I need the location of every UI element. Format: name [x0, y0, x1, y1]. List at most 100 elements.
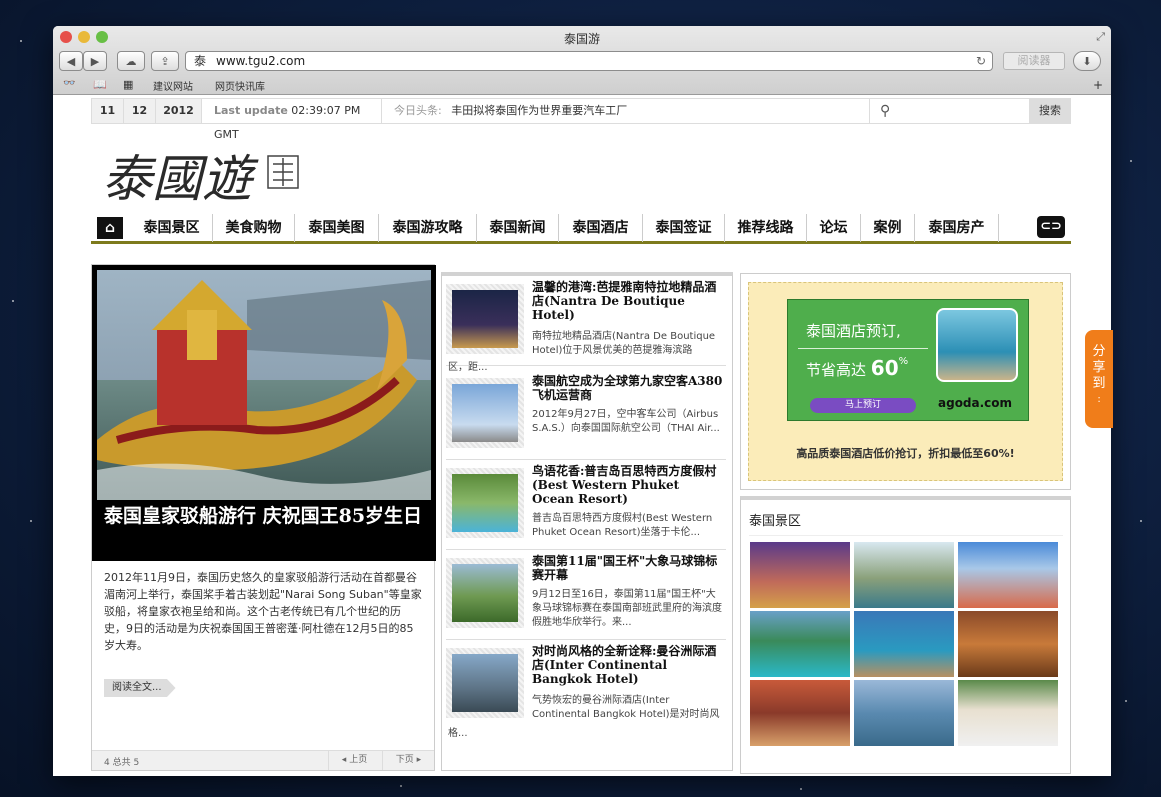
bookmarks-bar: 👓 📖 ▦ 建议网站 网页快讯库 + — [53, 76, 1111, 94]
add-tab-icon[interactable]: + — [1093, 78, 1103, 92]
news-desc: 2012年9月27日，空中客车公司（Airbus S.A.S.）向泰国国际航空公… — [532, 409, 720, 434]
bookmark-web-slice-gallery[interactable]: 网页快讯库 — [215, 78, 265, 93]
back-arrow-icon: ◀ — [66, 54, 76, 68]
nav-item[interactable]: 泰国签证 — [643, 214, 725, 242]
featured-summary: 2012年11月9日，泰国历史悠久的皇家驳船游行活动在首都曼谷湄南河上举行，泰国… — [104, 571, 422, 652]
nav-item[interactable]: 泰国景区 — [131, 214, 213, 242]
nav-item[interactable]: 泰国美图 — [295, 214, 379, 242]
list-item[interactable]: 对时尚风格的全新诠释:曼谷洲际酒店(Inter Continental Bang… — [446, 642, 726, 739]
list-item[interactable]: 温馨的港湾:芭提雅南特拉地精品酒店(Nantra De Boutique Hot… — [446, 278, 726, 373]
pager-info: 4 总共 5 — [104, 758, 140, 768]
nav-item[interactable]: 泰国房产 — [915, 214, 999, 242]
nav-item[interactable]: 论坛 — [807, 214, 861, 242]
forward-arrow-icon: ▶ — [90, 54, 100, 68]
list-item[interactable]: 鸟语花香:普吉岛百思特西方度假村(Best Western Phuket Oce… — [446, 462, 726, 550]
scenic-photo[interactable] — [750, 680, 850, 746]
share-icon: ⇪ — [160, 54, 170, 68]
search-button[interactable]: 搜索 — [1030, 99, 1070, 123]
scenic-photo[interactable] — [854, 611, 954, 677]
list-item[interactable]: 泰国航空成为全球第九家空客A380飞机运营商 2012年9月27日，空中客车公司… — [446, 372, 726, 460]
address-bar[interactable]: 泰 www.tgu2.com ↻ — [185, 51, 993, 71]
download-icon: ⬇ — [1082, 54, 1092, 68]
share-widget[interactable]: 分享到 : — [1085, 330, 1113, 428]
reload-icon[interactable]: ↻ — [976, 52, 986, 70]
scenic-photo[interactable] — [750, 542, 850, 608]
date-month: 11 — [92, 99, 124, 123]
nav-item[interactable]: 美食购物 — [213, 214, 295, 242]
scenic-photo[interactable] — [958, 542, 1058, 608]
headline-link[interactable]: 丰田拟将泰国作为世界重要汽车工厂 — [451, 104, 627, 117]
list-item[interactable]: 泰国第11届"国王杯"大象马球锦标赛开幕 9月12日至16日，泰国第11届"国王… — [446, 552, 726, 640]
book-now-button[interactable]: 马上预订 — [810, 398, 916, 413]
back-button[interactable]: ◀ — [59, 51, 83, 71]
boat-photo — [936, 308, 1018, 382]
scenic-photo[interactable] — [854, 680, 954, 746]
downloads-button[interactable]: ⬇ — [1073, 51, 1101, 71]
news-desc-more: 格... — [448, 728, 468, 739]
featured-photo[interactable]: 泰国皇家驳船游行 庆祝国王85岁生日 — [92, 265, 436, 561]
news-thumbnail — [446, 648, 524, 718]
browser-toolbar: 泰国游 ⤢ ◀ ▶ ☁ ⇪ 泰 www.tgu2.com ↻ 阅读器 ⬇ 👓 📖… — [53, 26, 1111, 95]
nav-item[interactable]: 泰国游攻略 — [379, 214, 477, 242]
top-sites-icon[interactable]: ▦ — [123, 78, 133, 91]
news-desc: 南特拉地精品酒店(Nantra De Boutique Hotel)位于风景优美… — [532, 331, 716, 356]
scenic-photo[interactable] — [958, 611, 1058, 677]
news-thumbnail — [446, 284, 524, 354]
icloud-tabs-button[interactable]: ☁ — [117, 51, 145, 71]
link-icon: ⊂⊃ — [1037, 216, 1065, 238]
headline-label: 今日头条: — [394, 104, 442, 117]
news-title[interactable]: 泰国航空成为全球第九家空客A380飞机运营商 — [532, 374, 724, 402]
news-title[interactable]: 泰国第11届"国王杯"大象马球锦标赛开幕 — [532, 554, 724, 582]
last-update-label: Last update — [214, 104, 288, 117]
reader-button[interactable]: 阅读器 — [1003, 52, 1065, 70]
agoda-ad[interactable]: 泰国酒店预订, 节省高达 60% 马上预订 agoda.com — [787, 299, 1029, 421]
window-title: 泰国游 — [563, 32, 600, 46]
main-nav: ⌂ 泰国景区 美食购物 泰国美图 泰国游攻略 泰国新闻 泰国酒店 泰国签证 推荐… — [91, 214, 1071, 244]
scenic-photo[interactable] — [958, 680, 1058, 746]
news-desc-more: 区，距... — [448, 362, 488, 373]
bookmark-suggested-sites[interactable]: 建议网站 — [153, 78, 193, 93]
top-info-bar: 11 12 2012 Last update 02:39:07 PM GMT 今… — [91, 98, 1071, 141]
prev-page-button[interactable]: ◂ 上页 — [328, 751, 380, 770]
news-thumbnail — [446, 468, 524, 538]
nav-extra[interactable]: ⊂⊃ — [1035, 214, 1067, 242]
featured-slider: 泰国皇家驳船游行 庆祝国王85岁生日 2012年11月9日，泰国历史悠久的皇家驳… — [91, 264, 436, 771]
news-desc: 气势恢宏的曼谷洲际酒店(Inter Continental Bangkok Ho… — [532, 695, 720, 720]
ad-banner[interactable]: 泰国酒店预订, 节省高达 60% 马上预订 agoda.com 高品质泰国酒店低… — [748, 282, 1063, 481]
site-favicon-icon: 泰 — [194, 54, 207, 68]
share-label: 分享到 — [1092, 344, 1106, 391]
date-day: 12 — [124, 99, 156, 123]
scenic-photo[interactable] — [750, 611, 850, 677]
share-dots-icon: : — [1097, 394, 1101, 405]
read-more-button[interactable]: 阅读全文... — [104, 679, 176, 697]
fullscreen-icon[interactable]: ⤢ — [1096, 30, 1105, 44]
site-logo[interactable]: 泰國遊 — [98, 136, 308, 216]
news-thumbnail — [446, 558, 524, 628]
ad-caption[interactable]: 高品质泰国酒店低价抢订，折扣最低至60%! — [749, 445, 1062, 461]
nav-item[interactable]: 泰国新闻 — [477, 214, 559, 242]
cloud-icon: ☁ — [125, 54, 137, 68]
news-desc: 普吉岛百思特西方度假村(Best Western Phuket Ocean Re… — [532, 513, 713, 538]
scenic-title: 泰国景区 — [749, 514, 802, 529]
search-input[interactable]: ⚲ — [870, 99, 1030, 123]
ad-brand: agoda.com — [938, 396, 1013, 410]
next-page-button[interactable]: 下页 ▸ — [382, 751, 434, 770]
forward-button[interactable]: ▶ — [83, 51, 107, 71]
news-title[interactable]: 鸟语花香:普吉岛百思特西方度假村(Best Western Phuket Oce… — [532, 464, 724, 506]
ad-line1: 泰国酒店预订, — [806, 322, 901, 340]
bookmarks-icon[interactable]: 📖 — [93, 78, 107, 91]
news-title[interactable]: 温馨的港湾:芭提雅南特拉地精品酒店(Nantra De Boutique Hot… — [532, 280, 724, 322]
nav-item[interactable]: 案例 — [861, 214, 915, 242]
web-page: 11 12 2012 Last update 02:39:07 PM GMT 今… — [53, 96, 1111, 776]
news-title[interactable]: 对时尚风格的全新诠释:曼谷洲际酒店(Inter Continental Bang… — [532, 644, 724, 686]
url-text: www.tgu2.com — [216, 54, 306, 68]
next-arrow-icon: ▸ — [416, 755, 422, 765]
scenic-photo[interactable] — [854, 542, 954, 608]
reading-list-icon[interactable]: 👓 — [63, 78, 75, 89]
nav-item[interactable]: 推荐线路 — [725, 214, 807, 242]
featured-title[interactable]: 泰国皇家驳船游行 庆祝国王85岁生日 — [104, 503, 424, 529]
nav-home[interactable]: ⌂ — [93, 214, 127, 242]
home-icon: ⌂ — [97, 217, 123, 239]
share-page-button[interactable]: ⇪ — [151, 51, 179, 71]
nav-item[interactable]: 泰国酒店 — [559, 214, 643, 242]
